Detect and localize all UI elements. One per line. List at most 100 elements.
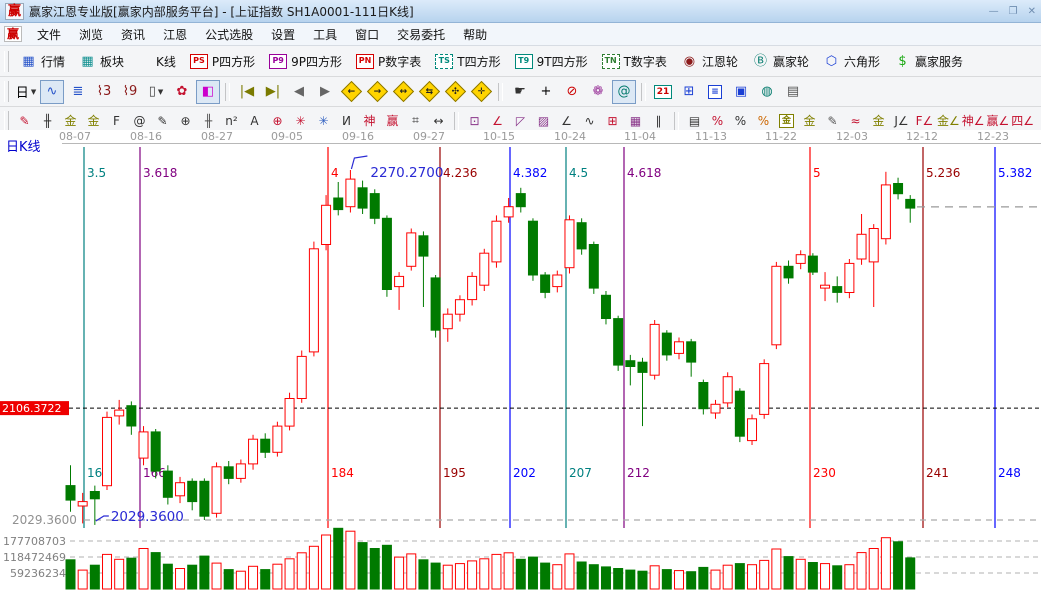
menu-item-gann[interactable]: 江恩: [154, 25, 196, 44]
target-circle-tool[interactable]: ⊕: [266, 110, 289, 132]
j-angle-tool[interactable]: J∠: [890, 110, 913, 132]
menu-item-trade-order[interactable]: 交易委托: [388, 25, 454, 44]
close-button[interactable]: ✕: [1028, 6, 1036, 17]
n-square-tool[interactable]: n²: [220, 110, 243, 132]
swing-mark-tool[interactable]: И: [335, 110, 358, 132]
gold-lines-tool[interactable]: 金: [798, 110, 821, 132]
menu-item-tools[interactable]: 工具: [304, 25, 346, 44]
calculator-icon[interactable]: ⊞: [677, 80, 701, 104]
percent-cross-tool[interactable]: %: [706, 110, 729, 132]
info-report-icon[interactable]: ≣: [66, 80, 90, 104]
pen-angle-tool[interactable]: ✎: [821, 110, 844, 132]
diamond-swap-icon[interactable]: ⇆: [417, 80, 441, 104]
win-angle-tool[interactable]: 赢∠: [986, 110, 1011, 132]
first-page-button[interactable]: |◀: [235, 80, 259, 104]
fan-box-tool[interactable]: ◸: [509, 110, 532, 132]
candle-style-dropdown[interactable]: ▯▼: [144, 80, 168, 104]
wave-pattern-tool[interactable]: ≈: [844, 110, 867, 132]
diamond-compress-icon[interactable]: ✣: [443, 80, 467, 104]
spiral-draw-tool[interactable]: @: [128, 110, 151, 132]
measure-tool[interactable]: ↔: [427, 110, 450, 132]
diamond-right-icon[interactable]: →: [365, 80, 389, 104]
kline-button[interactable]: K线: [131, 50, 183, 73]
winner-wheel-button[interactable]: Ⓑ赢家轮: [745, 50, 816, 73]
wave-9-icon[interactable]: ⌇9: [118, 80, 142, 104]
gold-circle-tool[interactable]: 金: [775, 110, 798, 132]
hexagon-button[interactable]: ⬡六角形: [816, 50, 887, 73]
price-ladder-tool[interactable]: ▤: [683, 110, 706, 132]
minimize-button[interactable]: —: [989, 6, 999, 17]
pan-hand-icon[interactable]: ☛: [508, 80, 532, 104]
calendar-icon[interactable]: 21: [651, 80, 675, 104]
gann-grid-tool[interactable]: ╫: [36, 110, 59, 132]
box-select-tool[interactable]: ⊡: [463, 110, 486, 132]
maximize-button[interactable]: ❐: [1009, 6, 1018, 17]
t-number-table-button[interactable]: TNT数字表: [595, 50, 674, 73]
sectors-button[interactable]: ▦板块: [72, 50, 131, 73]
diamond-expand-icon[interactable]: ✛: [469, 80, 493, 104]
9t-square-button[interactable]: T99T四方形: [508, 50, 595, 73]
trend-angle-tool[interactable]: ∠: [555, 110, 578, 132]
grid-lines-tool[interactable]: ╫: [197, 110, 220, 132]
last-page-button[interactable]: ▶|: [261, 80, 285, 104]
box-diagonal-tool[interactable]: ▨: [532, 110, 555, 132]
shen-grid-tool[interactable]: 神: [358, 110, 381, 132]
menu-item-news[interactable]: 资讯: [112, 25, 154, 44]
diamond-hmove-icon[interactable]: ↔: [391, 80, 415, 104]
gold-grid-tool[interactable]: 金: [59, 110, 82, 132]
next-page-button[interactable]: ▶: [313, 80, 337, 104]
menu-item-window[interactable]: 窗口: [346, 25, 388, 44]
pen-ruler-tool[interactable]: ✎: [151, 110, 174, 132]
fib-grid-tool[interactable]: F: [105, 110, 128, 132]
winner-service-button[interactable]: $赢家服务: [887, 50, 970, 73]
t-square-button[interactable]: TST四方形: [428, 50, 507, 73]
parallel-lines-tool[interactable]: ∥: [647, 110, 670, 132]
gold-underline-tool[interactable]: 金: [867, 110, 890, 132]
prev-page-button[interactable]: ◀: [287, 80, 311, 104]
kline-chart[interactable]: 日K线 08-0708-1608-2709-0509-1609-2710-151…: [0, 130, 1041, 590]
menu-item-settings[interactable]: 设置: [262, 25, 304, 44]
p-square-button[interactable]: PSP四方形: [183, 50, 262, 73]
f-angle-tool[interactable]: F∠: [913, 110, 936, 132]
period-day-dropdown[interactable]: 日▼: [14, 80, 38, 104]
dot-grid-tool[interactable]: ⊞: [601, 110, 624, 132]
pen-tool[interactable]: ✎: [13, 110, 36, 132]
p-number-table-button[interactable]: PNP数字表: [349, 50, 428, 73]
shen-angle-tool[interactable]: 神∠: [961, 110, 986, 132]
circle-degree-tool[interactable]: ⊕: [174, 110, 197, 132]
chart-pattern-icon[interactable]: ∿: [40, 80, 64, 104]
9p-square-button[interactable]: P99P四方形: [262, 50, 349, 73]
print-icon[interactable]: ▤: [781, 80, 805, 104]
crosshair-icon[interactable]: +: [534, 80, 558, 104]
web-icon[interactable]: ◍: [755, 80, 779, 104]
radar-web-tool[interactable]: ✳: [289, 110, 312, 132]
wave-3-icon[interactable]: ⌇3: [92, 80, 116, 104]
menu-item-help[interactable]: 帮助: [454, 25, 496, 44]
menu-item-formula-stock-pick[interactable]: 公式选股: [196, 25, 262, 44]
ruler-scale-tool[interactable]: ⌗: [404, 110, 427, 132]
svg-text:230: 230: [813, 466, 836, 480]
radar-web2-tool[interactable]: ✳: [312, 110, 335, 132]
percent-tool[interactable]: %: [729, 110, 752, 132]
gann-wheel-button[interactable]: ◉江恩轮: [674, 50, 745, 73]
zigzag-tool[interactable]: ∿: [578, 110, 601, 132]
gann-flower-icon[interactable]: ❁: [586, 80, 610, 104]
gann-shape-icon[interactable]: ✿: [170, 80, 194, 104]
percent-lines-tool[interactable]: %: [752, 110, 775, 132]
gold-angle-tool[interactable]: 金∠: [936, 110, 961, 132]
fan-lines-tool[interactable]: ∠: [486, 110, 509, 132]
diamond-left-icon[interactable]: ←: [339, 80, 363, 104]
notes-icon[interactable]: ≡: [703, 80, 727, 104]
gold-grid2-tool[interactable]: 金: [82, 110, 105, 132]
volume-profile-icon[interactable]: ◧: [196, 80, 220, 104]
quotes-button[interactable]: ▦行情: [13, 50, 72, 73]
box-grid-tool[interactable]: ▦: [624, 110, 647, 132]
text-tool[interactable]: A: [243, 110, 266, 132]
save-icon[interactable]: ▣: [729, 80, 753, 104]
spiral-tool-icon[interactable]: @: [612, 80, 636, 104]
menu-item-browse[interactable]: 浏览: [70, 25, 112, 44]
win-grid-tool[interactable]: 赢: [381, 110, 404, 132]
zoom-disable-icon[interactable]: ⊘: [560, 80, 584, 104]
menu-item-file[interactable]: 文件: [28, 25, 70, 44]
four-angle-tool[interactable]: 四∠: [1010, 110, 1035, 132]
